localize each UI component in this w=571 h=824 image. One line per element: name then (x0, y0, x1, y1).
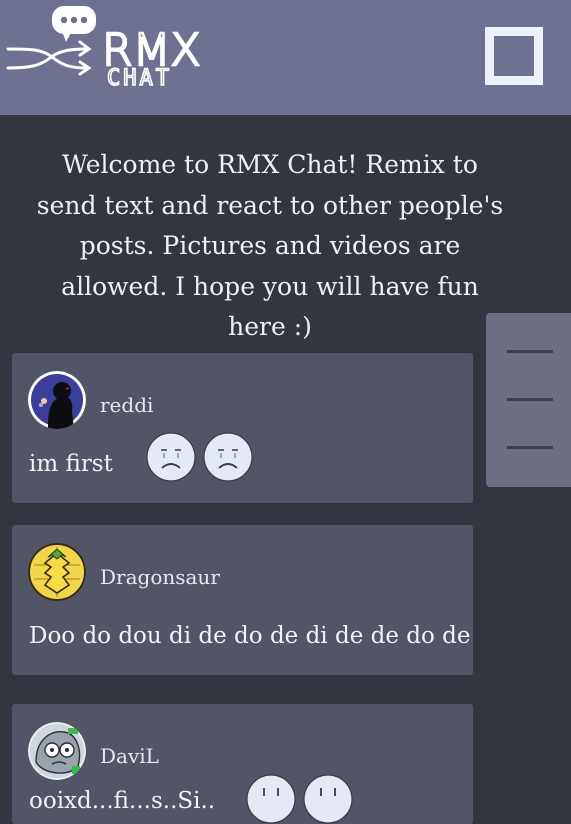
post-username[interactable]: Dragonsaur (100, 565, 220, 589)
sad-face-reaction-icon[interactable] (146, 432, 196, 482)
sad-face-reaction-icon[interactable] (246, 774, 296, 824)
rmx-chat-logo[interactable]: RMX CHAT (6, 4, 231, 88)
post-message: im first (29, 451, 113, 477)
post-message: ooixd...fi...s..Si.. (29, 788, 216, 814)
logo-text-chat: CHAT (107, 66, 172, 88)
avatar[interactable] (28, 722, 86, 780)
chat-bubble-icon (52, 6, 96, 42)
welcome-line: posts. Pictures and videos are (79, 231, 461, 260)
welcome-line: allowed. I hope you will have fun (61, 271, 479, 301)
welcome-message: Welcome to RMX Chat! Remix to send text … (20, 145, 520, 348)
sad-face-reaction-icon[interactable] (303, 774, 353, 824)
chat-post: reddi im first (12, 353, 473, 503)
post-username[interactable]: DaviL (100, 744, 159, 768)
welcome-line: send text and react to other people's (36, 190, 504, 220)
avatar[interactable] (28, 371, 86, 429)
menu-line (507, 446, 553, 449)
menu-line (507, 350, 553, 353)
avatar[interactable] (28, 543, 86, 601)
menu-toggle-button[interactable] (485, 27, 543, 85)
app-header: RMX CHAT (0, 0, 571, 115)
post-username[interactable]: reddi (100, 393, 153, 417)
side-menu-panel[interactable] (486, 313, 571, 487)
chat-post: DaviL ooixd...fi...s..Si.. (12, 704, 473, 824)
sad-face-reaction-icon[interactable] (203, 432, 253, 482)
menu-line (507, 398, 553, 401)
welcome-line: here :) (228, 312, 312, 341)
welcome-line: Welcome to RMX Chat! Remix to (62, 150, 478, 179)
post-message: Doo do dou di de do de di de de do de (29, 623, 471, 649)
chat-post: Dragonsaur Doo do dou di de do de di de … (12, 525, 473, 675)
shuffle-icon (6, 40, 92, 76)
